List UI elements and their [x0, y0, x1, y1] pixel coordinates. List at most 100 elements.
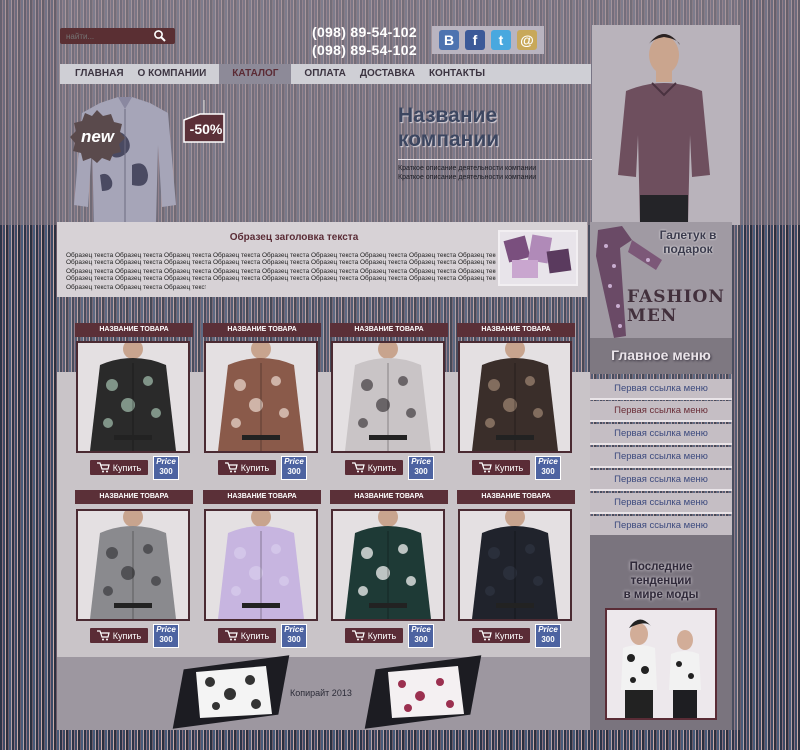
product-photo[interactable] — [331, 341, 445, 453]
price-tag: Price 300 — [408, 456, 434, 480]
price-value: 300 — [541, 635, 555, 644]
company-description: Краткое описание деятельности компании — [398, 165, 537, 172]
buy-button[interactable]: Купить — [218, 628, 276, 643]
cart-icon — [351, 462, 365, 473]
footer-shirt-image — [388, 666, 464, 718]
copyright: Копирайт 2013 — [290, 688, 352, 698]
cart-icon — [96, 630, 110, 641]
trends-line: тенденции — [630, 575, 692, 587]
menu-link[interactable]: Первая ссылка меню — [590, 379, 732, 400]
buy-label: Купить — [112, 630, 142, 641]
vkontakte-icon[interactable]: B — [439, 30, 459, 50]
new-badge: new — [70, 110, 125, 163]
buy-button[interactable]: Купить — [90, 460, 148, 475]
price-label: Price — [284, 457, 304, 466]
buy-button[interactable]: Купить — [90, 628, 148, 643]
gift-title: Галетук в подарок — [648, 228, 728, 256]
price-value: 300 — [287, 635, 301, 644]
brand-line: MEN — [627, 306, 678, 326]
model-photo — [592, 25, 740, 225]
buy-label: Купить — [367, 462, 397, 473]
menu-link[interactable]: Первая ссылка меню — [590, 470, 732, 491]
product-photo[interactable] — [204, 509, 318, 621]
search-box[interactable] — [60, 28, 175, 44]
new-badge-text: new — [81, 127, 116, 146]
product-photo[interactable] — [204, 341, 318, 453]
product-photo[interactable] — [458, 341, 572, 453]
cart-icon — [224, 462, 238, 473]
ties-thumbnail — [498, 230, 578, 286]
nav-payment[interactable]: ОПЛАТА — [297, 64, 352, 84]
sale-text: -50% — [190, 121, 223, 137]
nav-contacts[interactable]: КОНТАКТЫ — [422, 64, 492, 84]
cart-icon — [96, 462, 110, 473]
cart-icon — [351, 630, 365, 641]
menu-link[interactable]: Первая ссылка меню — [590, 447, 732, 468]
buy-label: Купить — [494, 630, 524, 641]
product-photo[interactable] — [458, 509, 572, 621]
price-value: 300 — [414, 635, 428, 644]
product-photo[interactable] — [76, 341, 190, 453]
cart-icon — [224, 630, 238, 641]
trend-photo[interactable] — [605, 608, 717, 720]
price-tag: Price 300 — [153, 456, 179, 480]
buy-button[interactable]: Купить — [472, 460, 530, 475]
company-name: Название компании — [398, 104, 598, 152]
sample-text-line: Образец текста Образец текста Образец те… — [66, 275, 496, 282]
product-title[interactable]: НАЗВАНИЕ ТОВАРА — [203, 490, 321, 504]
price-tag: Price 300 — [535, 624, 561, 648]
menu-link[interactable]: Первая ссылка меню — [590, 493, 732, 514]
sample-text-line: Образец текста Образец текста Образец те… — [66, 284, 206, 291]
sale-tag: -50% — [183, 100, 225, 143]
product-title[interactable]: НАЗВАНИЕ ТОВАРА — [75, 323, 193, 337]
nav-delivery[interactable]: ДОСТАВКА — [353, 64, 422, 84]
product-title[interactable]: НАЗВАНИЕ ТОВАРА — [457, 323, 575, 337]
cart-icon — [478, 630, 492, 641]
twitter-icon[interactable]: t — [491, 30, 511, 50]
product-title[interactable]: НАЗВАНИЕ ТОВАРА — [330, 490, 448, 504]
product-title[interactable]: НАЗВАНИЕ ТОВАРА — [330, 323, 448, 337]
cart-icon — [478, 462, 492, 473]
price-tag: Price 300 — [535, 456, 561, 480]
price-value: 300 — [414, 467, 428, 476]
nav-catalog[interactable]: КАТАЛОГ — [219, 64, 292, 84]
product-title[interactable]: НАЗВАНИЕ ТОВАРА — [75, 490, 193, 504]
price-label: Price — [411, 457, 431, 466]
trends-title: Последние тенденции в мире моды — [590, 560, 732, 602]
email-icon[interactable]: @ — [517, 30, 537, 50]
price-label: Price — [156, 457, 176, 466]
product-photo[interactable] — [76, 509, 190, 621]
product-photo[interactable] — [331, 509, 445, 621]
menu-link[interactable]: Первая ссылка меню — [590, 401, 732, 422]
menu-link[interactable]: Первая ссылка меню — [590, 424, 732, 445]
nav-home[interactable]: ГЛАВНАЯ — [68, 64, 131, 84]
price-value: 300 — [159, 635, 173, 644]
search-icon[interactable] — [153, 29, 167, 43]
buy-button[interactable]: Купить — [345, 628, 403, 643]
product-title[interactable]: НАЗВАНИЕ ТОВАРА — [457, 490, 575, 504]
buy-button[interactable]: Купить — [345, 460, 403, 475]
footer-shirt-image — [196, 666, 272, 718]
buy-button[interactable]: Купить — [218, 460, 276, 475]
price-tag: Price 300 — [153, 624, 179, 648]
trends-line: в мире моды — [623, 589, 699, 601]
sample-text-line: Образец текста Образец текста Образец те… — [66, 252, 496, 259]
text-block-title: Образец заголовка текста — [229, 232, 359, 243]
company-name-line: Название — [398, 104, 498, 127]
gift-line: Галетук в — [659, 228, 717, 242]
buy-button[interactable]: Купить — [472, 628, 530, 643]
divider — [398, 159, 606, 160]
price-label: Price — [284, 625, 304, 634]
buy-label: Купить — [494, 462, 524, 473]
menu-link[interactable]: Первая ссылка меню — [590, 516, 732, 537]
main-nav: ГЛАВНАЯ О КОМПАНИИ КАТАЛОГ ОПЛАТА ДОСТАВ… — [60, 64, 591, 84]
facebook-icon[interactable]: f — [465, 30, 485, 50]
nav-about[interactable]: О КОМПАНИИ — [131, 64, 214, 84]
brand-logo: FASHION MEN — [627, 288, 725, 326]
company-name-line: компании — [398, 128, 500, 151]
search-input[interactable] — [60, 31, 152, 41]
gift-line: подарок — [663, 242, 713, 256]
product-title[interactable]: НАЗВАНИЕ ТОВАРА — [203, 323, 321, 337]
price-label: Price — [538, 457, 558, 466]
price-value: 300 — [159, 467, 173, 476]
